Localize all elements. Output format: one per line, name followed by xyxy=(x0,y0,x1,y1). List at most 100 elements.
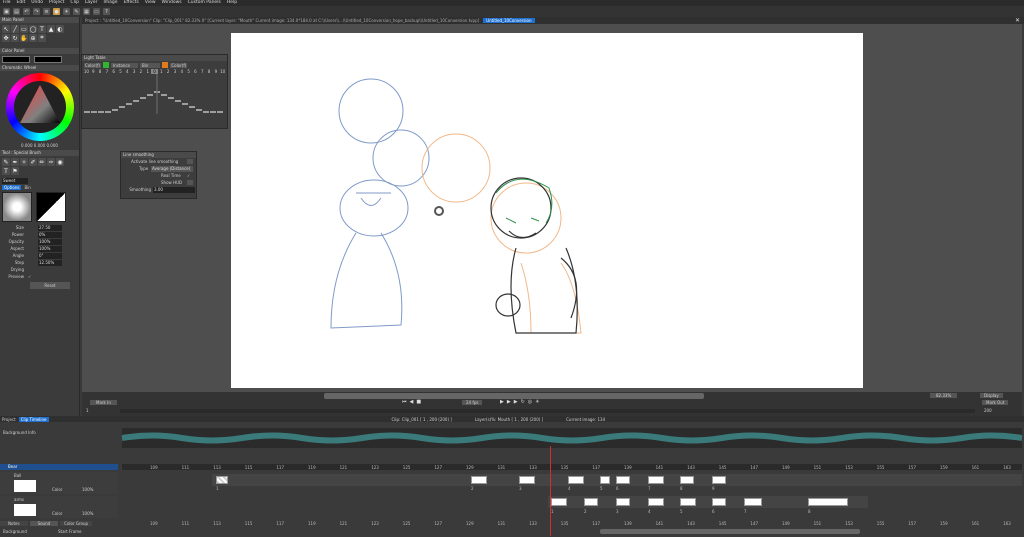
green-swatch[interactable] xyxy=(102,62,109,68)
ruler-tick-bottom[interactable]: 153 xyxy=(845,521,853,526)
layer-ball-opacity[interactable]: 100% xyxy=(82,487,93,492)
save-icon[interactable]: ▣ xyxy=(3,8,10,15)
ruler-tick[interactable]: 147 xyxy=(750,465,758,470)
ruler-tick[interactable]: 129 xyxy=(466,465,474,470)
ruler-tick[interactable]: 121 xyxy=(340,465,348,470)
smudge-icon[interactable]: ✑ xyxy=(47,158,55,166)
zoom-value[interactable]: 82.33% xyxy=(930,393,958,398)
tab-project[interactable]: Project xyxy=(2,417,16,422)
marker-icon[interactable]: ✏ xyxy=(38,158,46,166)
fill-tool-icon[interactable]: ▲ xyxy=(47,25,55,33)
ruler-tick-bottom[interactable]: 133 xyxy=(529,521,537,526)
ruler-tick-bottom[interactable]: 159 xyxy=(940,521,948,526)
frame-block[interactable] xyxy=(568,476,584,484)
move-tool-icon[interactable]: ✥ xyxy=(2,34,10,42)
mark-out-button[interactable]: Mark Out xyxy=(982,400,1009,405)
tab-options[interactable]: Options xyxy=(2,185,22,190)
rect-tool-icon[interactable]: ▭ xyxy=(20,25,28,33)
timeline-hscrollbar[interactable] xyxy=(600,529,860,534)
ruler-tick-bottom[interactable]: 147 xyxy=(750,521,758,526)
ruler-tick-bottom[interactable]: 161 xyxy=(972,521,980,526)
ruler[interactable] xyxy=(122,464,1022,470)
undo-icon[interactable]: ↶ xyxy=(23,8,30,15)
ruler-tick[interactable]: 141 xyxy=(656,465,664,470)
ruler-tick-bottom[interactable]: 121 xyxy=(340,521,348,526)
light-table-instance[interactable]: Instance xyxy=(110,62,138,68)
primary-color-swatch[interactable] xyxy=(2,56,30,63)
showhud-checkbox[interactable] xyxy=(187,180,193,185)
frame-block[interactable] xyxy=(712,476,726,484)
prop-size-value[interactable]: 27.50 xyxy=(38,224,62,231)
warp-tool-icon[interactable]: ↻ xyxy=(11,34,19,42)
ruler-tick-bottom[interactable]: 123 xyxy=(371,521,379,526)
secondary-color-swatch[interactable] xyxy=(34,56,62,63)
preset-field[interactable]: Sweet xyxy=(2,178,28,184)
frame-block[interactable] xyxy=(616,476,630,484)
layer-ball[interactable]: Ball Color 100% xyxy=(0,472,118,494)
text-icon[interactable]: T xyxy=(2,167,10,175)
frame-block[interactable] xyxy=(551,498,567,506)
special-brush-icon[interactable]: ◉ xyxy=(56,158,64,166)
ruler-tick-bottom[interactable]: 151 xyxy=(814,521,822,526)
ruler-tick[interactable]: 135 xyxy=(561,465,569,470)
list-icon[interactable]: ≡ xyxy=(43,8,50,15)
tab-sound[interactable]: Sound xyxy=(29,521,59,526)
audio-waveform[interactable] xyxy=(121,428,1023,448)
triangle-picker[interactable] xyxy=(6,73,74,141)
ruler-tick[interactable]: 153 xyxy=(845,465,853,470)
ruler-tick-bottom[interactable]: 135 xyxy=(561,521,569,526)
frame-block[interactable] xyxy=(600,476,610,484)
orange-swatch[interactable] xyxy=(162,62,169,68)
mark-in-button[interactable]: Mark In xyxy=(90,400,117,405)
frame-block[interactable] xyxy=(744,498,762,506)
ruler-tick-bottom[interactable]: 145 xyxy=(719,521,727,526)
crop-tool-icon[interactable]: ⌗ xyxy=(38,34,46,42)
redo-icon[interactable]: ↷ xyxy=(33,8,40,15)
grid-icon[interactable]: ▦ xyxy=(83,8,90,15)
pencil-icon[interactable]: ✎ xyxy=(2,158,10,166)
tab-notes[interactable]: Notes xyxy=(0,521,28,526)
zoom-tool-icon[interactable]: ⊕ xyxy=(29,34,37,42)
ruler-tick[interactable]: 157 xyxy=(908,465,916,470)
layer-arms[interactable]: arms Color 100% xyxy=(0,496,118,518)
frame-block[interactable] xyxy=(680,498,696,506)
ruler-tick[interactable]: 149 xyxy=(782,465,790,470)
realtime-checkbox[interactable]: ✓ xyxy=(187,173,190,178)
airbrush-icon[interactable]: ✧ xyxy=(20,158,28,166)
prop-aspect-value[interactable]: 100% xyxy=(38,245,62,252)
ruler-tick[interactable]: 113 xyxy=(213,465,221,470)
smoothing-value[interactable]: 3.00 xyxy=(153,186,195,193)
frame-block[interactable] xyxy=(712,498,726,506)
tab-bin[interactable]: Bin xyxy=(22,185,32,190)
stamp-icon[interactable]: ⚑ xyxy=(11,167,19,175)
type-select[interactable]: Average (Distance) xyxy=(151,165,193,172)
light-table-sliders[interactable] xyxy=(82,74,229,120)
brush-icon[interactable]: ✐ xyxy=(29,158,37,166)
frame-block[interactable] xyxy=(680,476,694,484)
reset-button[interactable]: Reset xyxy=(30,282,70,289)
window-close-icon[interactable]: ✕ xyxy=(1015,17,1020,24)
ruler-tick-bottom[interactable]: 155 xyxy=(877,521,885,526)
mark-in-value[interactable]: 1 xyxy=(86,408,89,413)
ruler-tick-bottom[interactable]: 163 xyxy=(1003,521,1011,526)
ruler-tick[interactable]: 131 xyxy=(498,465,506,470)
prop-opacity-value[interactable]: 100% xyxy=(38,238,62,245)
ruler-tick[interactable]: 117 xyxy=(276,465,284,470)
tab-clip-timeline[interactable]: Clip Timeline xyxy=(18,416,49,422)
lightbulb-icon[interactable]: ☀ xyxy=(63,8,70,15)
ruler-tick[interactable]: 123 xyxy=(371,465,379,470)
brush-icon[interactable]: ✎ xyxy=(73,8,80,15)
next-frame-icon[interactable]: ▶▶ xyxy=(507,399,521,405)
line-tool-icon[interactable]: ╱ xyxy=(11,25,19,33)
current-frame-line[interactable] xyxy=(550,446,551,536)
layer-bar[interactable]: Bear xyxy=(0,464,118,470)
ruler-tick-bottom[interactable]: 129 xyxy=(466,521,474,526)
layer-arms-opacity[interactable]: 100% xyxy=(82,511,93,516)
light-table-color-left[interactable]: Color(f) xyxy=(84,62,101,68)
folder-icon[interactable]: ▤ xyxy=(13,8,20,15)
ruler-tick-bottom[interactable]: 149 xyxy=(782,521,790,526)
ruler-tick[interactable]: 143 xyxy=(687,465,695,470)
ruler-tick[interactable]: 145 xyxy=(719,465,727,470)
ruler-tick[interactable]: 111 xyxy=(182,465,190,470)
ruler-tick-bottom[interactable]: 125 xyxy=(403,521,411,526)
